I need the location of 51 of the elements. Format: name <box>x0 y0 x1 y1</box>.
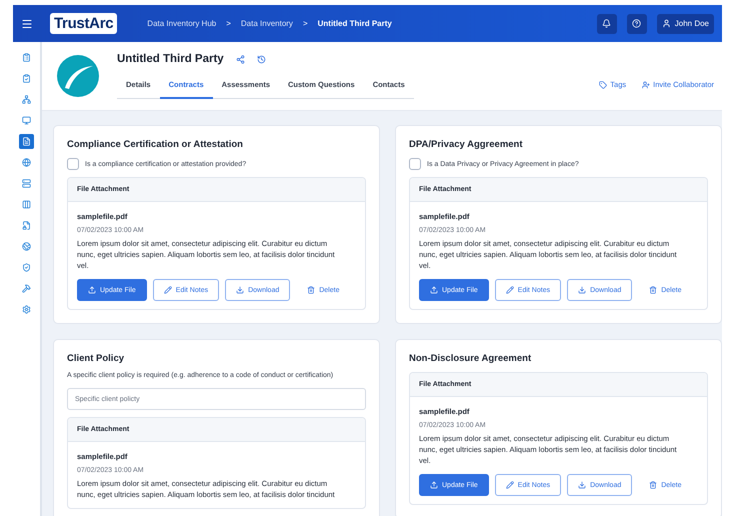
columns-icon <box>22 200 31 209</box>
document-icon <box>22 137 31 146</box>
download-icon <box>236 286 244 294</box>
breadcrumb-link[interactable]: Data Inventory Hub <box>147 19 216 28</box>
download-icon <box>578 286 586 294</box>
breadcrumb-link[interactable]: Data Inventory <box>240 19 293 28</box>
upload-icon <box>430 481 438 489</box>
help-icon <box>632 19 642 28</box>
globe-icon <box>22 242 31 251</box>
clipboard-icon <box>22 53 31 62</box>
history-icon[interactable] <box>256 54 266 64</box>
checkbox[interactable] <box>67 158 79 170</box>
entity-name: Untitled Third Party <box>117 53 224 65</box>
section-title: Compliance Certification or Attestation <box>67 139 244 150</box>
download-icon <box>578 481 586 489</box>
hammer-icon <box>22 284 31 293</box>
upload-icon <box>430 286 438 294</box>
upload-icon <box>88 286 96 294</box>
shield-icon <box>22 263 31 272</box>
monitor-icon <box>22 116 31 125</box>
user-menu-button[interactable]: John Doe <box>656 14 714 34</box>
trash-icon <box>649 286 658 294</box>
globe-icon <box>22 158 31 167</box>
menu-icon <box>20 18 32 30</box>
notifications-button[interactable] <box>596 14 617 34</box>
clipboard-check-icon <box>22 74 31 83</box>
pencil-icon <box>506 481 514 489</box>
file-lock-icon <box>22 221 31 230</box>
avatar-icon <box>57 55 99 97</box>
logo[interactable]: TrustArc <box>50 13 118 34</box>
pencil-icon <box>506 286 514 294</box>
breadcrumb-link[interactable]: Untitled Third Party <box>318 19 392 28</box>
section-title: Client Policy <box>67 353 126 364</box>
share-icon[interactable] <box>236 54 245 64</box>
settings-icon <box>22 305 31 314</box>
section-title: Non-Disclosure Agreement <box>409 353 532 364</box>
trash-icon <box>649 481 658 489</box>
breadcrumb-separator: > <box>226 19 231 28</box>
network-icon <box>22 95 31 104</box>
section-title: DPA/Privacy Aggreement <box>409 139 524 150</box>
server-icon <box>22 179 31 188</box>
checkbox[interactable] <box>409 158 421 170</box>
trash-icon <box>307 286 316 294</box>
pencil-icon <box>164 286 172 294</box>
breadcrumb-separator: > <box>302 19 308 28</box>
help-button[interactable] <box>626 14 647 34</box>
sidebar-item[interactable] <box>19 134 34 149</box>
user-icon <box>662 19 671 28</box>
bell-icon <box>602 19 612 28</box>
user-plus-icon <box>642 80 650 88</box>
tag-icon <box>599 80 608 88</box>
